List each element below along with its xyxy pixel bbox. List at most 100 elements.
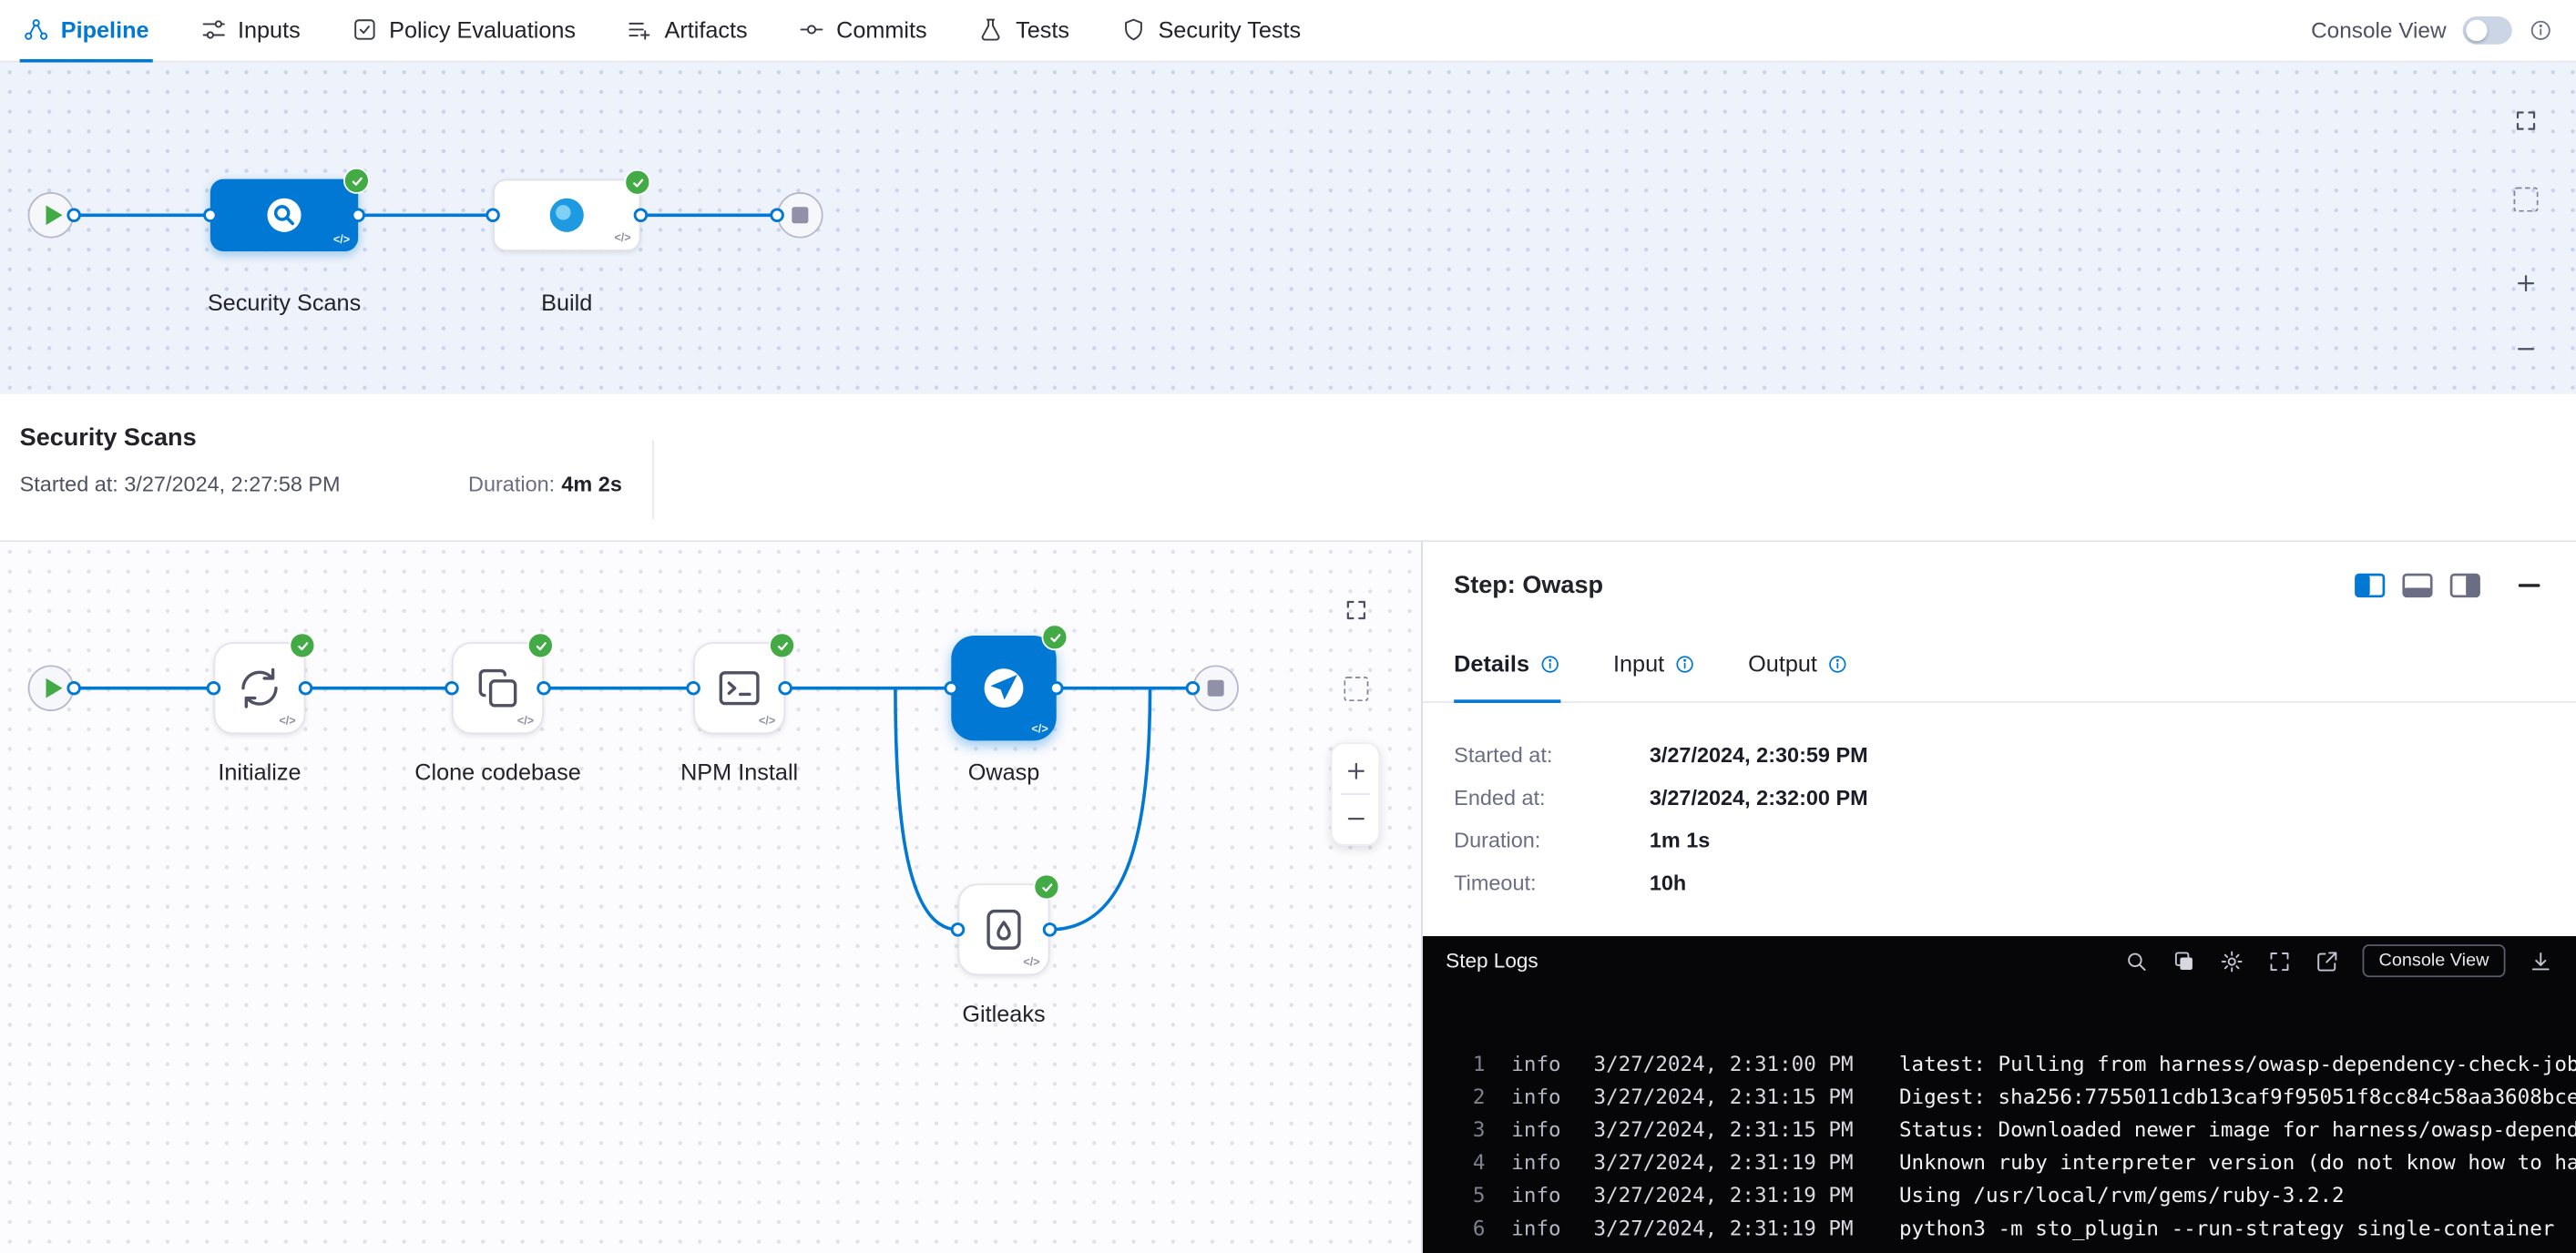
- code-tag: </>: [614, 233, 630, 245]
- zoom-in-button[interactable]: [1331, 748, 1380, 794]
- log-message: Digest: sha256:7755011cdb13caf9f95051f8c…: [1899, 1081, 2576, 1114]
- log-timestamp: 3/27/2024, 2:31:19 PM: [1593, 1212, 1873, 1245]
- canvas-fullscreen-button[interactable]: [1329, 583, 1382, 636]
- panel-layout-controls: [2355, 573, 2545, 597]
- step-node-clone-codebase[interactable]: </>: [452, 642, 544, 734]
- success-badge: [1041, 624, 1068, 650]
- tab-tests[interactable]: Tests: [975, 0, 1073, 62]
- stage-graph-edges: [0, 63, 2576, 394]
- fullscreen-icon[interactable]: [2267, 949, 2292, 973]
- plus-icon: [2513, 270, 2538, 295]
- tab-input[interactable]: Input: [1613, 627, 1695, 703]
- console-view-button[interactable]: Console View: [2362, 944, 2505, 977]
- log-line: 1info3/27/2024, 2:31:00 PMlatest: Pullin…: [1449, 1048, 2576, 1081]
- tab-pipeline[interactable]: Pipeline: [20, 0, 153, 62]
- minimize-panel-icon[interactable]: [2514, 573, 2545, 597]
- detail-label: Timeout:: [1454, 871, 1650, 895]
- stage-start-node: [28, 665, 75, 711]
- stage-node-security-scans[interactable]: </>: [210, 179, 358, 251]
- zoom-out-button[interactable]: [2499, 322, 2551, 375]
- play-icon: [46, 678, 62, 698]
- tab-security-tests[interactable]: Security Tests: [1117, 0, 1303, 62]
- step-label-initialize[interactable]: Initialize: [218, 759, 301, 785]
- success-badge: [527, 632, 554, 658]
- canvas-select-button[interactable]: [1329, 662, 1382, 715]
- stage-label-build[interactable]: Build: [541, 289, 592, 315]
- step-node-npm-install[interactable]: </>: [693, 642, 785, 734]
- canvas-fullscreen-button[interactable]: [2499, 94, 2551, 147]
- external-link-icon[interactable]: [2315, 949, 2339, 973]
- fullscreen-icon: [1343, 597, 1367, 622]
- owasp-icon: [979, 664, 1028, 713]
- step-node-gitleaks[interactable]: </>: [957, 883, 1049, 975]
- info-icon: [1674, 653, 1695, 674]
- tab-commits[interactable]: Commits: [795, 0, 930, 62]
- step-node-owasp[interactable]: </>: [951, 636, 1056, 740]
- panel-tabs: Details Input Output: [1423, 627, 2576, 703]
- tab-details[interactable]: Details: [1454, 627, 1560, 703]
- log-line: 6info3/27/2024, 2:31:19 PMpython3 -m sto…: [1449, 1212, 2576, 1245]
- tab-label: Details: [1454, 650, 1529, 677]
- log-line-number: 4: [1449, 1146, 1486, 1179]
- search-icon[interactable]: [2124, 949, 2149, 973]
- log-level: info: [1511, 1212, 1567, 1245]
- log-timestamp: 3/27/2024, 2:31:19 PM: [1593, 1179, 1873, 1212]
- app-window: Pipeline Inputs Policy Evaluations Artif…: [0, 0, 2576, 1253]
- stage-node-build[interactable]: </>: [493, 179, 640, 251]
- zoom-in-button[interactable]: [2499, 256, 2551, 309]
- layout-right-view-icon[interactable]: [2449, 573, 2480, 597]
- policy-check-icon: [352, 15, 378, 42]
- log-lines[interactable]: 1info3/27/2024, 2:31:00 PMlatest: Pullin…: [1423, 985, 2576, 1245]
- step-label-owasp[interactable]: Owasp: [968, 759, 1040, 785]
- security-scan-stage-icon: [263, 194, 306, 237]
- log-level: info: [1511, 1114, 1567, 1146]
- log-line-number: 6: [1449, 1212, 1486, 1245]
- tab-label: Tests: [1016, 15, 1069, 42]
- tab-label: Pipeline: [61, 15, 149, 42]
- nav-right-controls: Console View: [2311, 16, 2553, 45]
- panel-title: Step: Owasp: [1454, 571, 1603, 599]
- layout-split-view-icon[interactable]: [2355, 573, 2386, 597]
- stage-graph-canvas[interactable]: </> Security Scans </> Build: [0, 63, 2576, 394]
- zoom-out-button[interactable]: [1331, 795, 1380, 841]
- code-tag: </>: [1031, 724, 1048, 736]
- detail-label: Started at:: [1454, 742, 1650, 767]
- tab-label: Artifacts: [664, 15, 747, 42]
- success-badge: [1033, 874, 1059, 901]
- copy-icon[interactable]: [2172, 949, 2196, 973]
- log-line-number: 3: [1449, 1114, 1486, 1146]
- info-icon[interactable]: [2529, 18, 2553, 43]
- zoom-controls: [1331, 742, 1380, 846]
- step-logs-title: Step Logs: [1446, 949, 1538, 972]
- step-label-clone-codebase[interactable]: Clone codebase: [414, 759, 581, 785]
- step-details-panel: Step: Owasp Details Input Output: [1421, 542, 2576, 1253]
- step-node-initialize[interactable]: </>: [213, 642, 305, 734]
- tab-output[interactable]: Output: [1748, 627, 1848, 703]
- log-line: 3info3/27/2024, 2:31:15 PMStatus: Downlo…: [1449, 1114, 2576, 1146]
- layout-bottom-view-icon[interactable]: [2402, 573, 2433, 597]
- canvas-select-button[interactable]: [2499, 172, 2551, 225]
- console-view-toggle[interactable]: [2463, 16, 2512, 45]
- log-message: latest: Pulling from harness/owasp-depen…: [1899, 1048, 2576, 1081]
- stage-started-at: Started at: 3/27/2024, 2:27:58 PM: [20, 472, 341, 496]
- download-icon[interactable]: [2529, 949, 2553, 973]
- tab-artifacts[interactable]: Artifacts: [623, 0, 751, 62]
- tab-inputs[interactable]: Inputs: [197, 0, 303, 62]
- detail-row: Duration:1m 1s: [1454, 828, 2545, 852]
- step-logs-header: Step Logs Console View: [1423, 936, 2576, 985]
- detail-label: Ended at:: [1454, 785, 1650, 810]
- log-message: Status: Downloaded newer image for harne…: [1899, 1114, 2576, 1146]
- step-label-gitleaks[interactable]: Gitleaks: [962, 1000, 1045, 1026]
- step-label-npm-install[interactable]: NPM Install: [680, 759, 798, 785]
- info-icon: [1827, 653, 1848, 674]
- tab-label: Security Tests: [1158, 15, 1301, 42]
- step-graph-canvas[interactable]: </> Initialize </> Clone codebase </> NP…: [0, 542, 1421, 1253]
- tab-policy-evaluations[interactable]: Policy Evaluations: [348, 0, 579, 62]
- log-timestamp: 3/27/2024, 2:31:00 PM: [1593, 1048, 1873, 1081]
- build-stage-icon: [546, 194, 588, 237]
- settings-gear-icon[interactable]: [2220, 949, 2244, 973]
- inputs-icon: [199, 15, 226, 42]
- stage-label-security-scans[interactable]: Security Scans: [208, 289, 361, 315]
- duration-label: Duration:: [468, 472, 555, 496]
- stop-icon: [1208, 680, 1224, 697]
